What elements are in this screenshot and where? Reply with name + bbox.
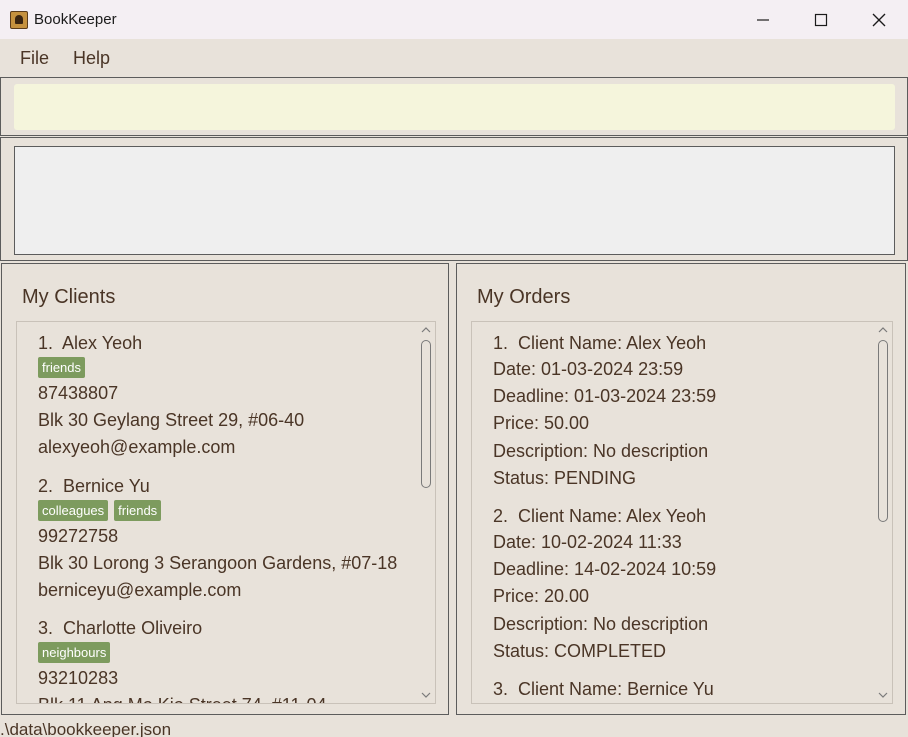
client-name: 1. Alex Yeoh: [38, 333, 143, 353]
client-card[interactable]: 1. Alex Yeoh friends 87438807 Blk 30 Gey…: [38, 331, 411, 462]
order-card[interactable]: 3. Client Name: Bernice Yu: [493, 677, 868, 702]
close-button[interactable]: [850, 0, 908, 39]
client-name: 2. Bernice Yu: [38, 475, 150, 496]
order-price: Price: 50.00: [493, 413, 590, 434]
orders-list[interactable]: 1. Client Name: Alex Yeoh Date: 01-03-20…: [471, 321, 893, 704]
scroll-thumb[interactable]: [878, 340, 888, 522]
result-panel: [0, 137, 908, 261]
status-bar: .\data\bookkeeper.json: [0, 716, 908, 737]
chevron-up-icon: [878, 327, 888, 333]
scroll-track[interactable]: [421, 338, 431, 687]
order-status: Status: COMPLETED: [493, 640, 667, 661]
client-phone: 93210283: [38, 668, 119, 689]
tag-badge: colleagues: [38, 499, 109, 521]
title-bar: BookKeeper: [0, 0, 908, 39]
order-deadline: Deadline: 01-03-2024 23:59: [493, 386, 717, 407]
scroll-track[interactable]: [878, 338, 888, 687]
client-card[interactable]: 3. Charlotte Oliveiro neighbours 9321028…: [38, 616, 411, 703]
scroll-thumb[interactable]: [421, 340, 431, 488]
scroll-down-button[interactable]: [417, 687, 435, 703]
status-file-path: .\data\bookkeeper.json: [0, 720, 172, 737]
order-card[interactable]: 1. Client Name: Alex Yeoh Date: 01-03-20…: [493, 331, 868, 492]
menu-help[interactable]: Help: [61, 48, 122, 69]
orders-scrollbar[interactable]: [874, 322, 892, 703]
tag-badge: neighbours: [38, 642, 111, 664]
chevron-up-icon: [421, 327, 431, 333]
client-tags: friends: [38, 357, 411, 378]
chevron-down-icon: [878, 692, 888, 698]
client-tags: neighbours: [38, 642, 411, 664]
client-address: Blk 30 Geylang Street 29, #06-40: [38, 410, 305, 431]
orders-panel: My Orders 1. Client Name: Alex Yeoh Date…: [456, 263, 906, 715]
client-phone: 99272758: [38, 525, 119, 546]
scroll-down-button[interactable]: [874, 687, 892, 703]
client-card[interactable]: 2. Bernice Yu colleagues friends 9927275…: [38, 474, 411, 605]
clients-title: My Clients: [22, 286, 116, 308]
order-description: Description: No description: [493, 440, 709, 461]
order-client: 1. Client Name: Alex Yeoh: [493, 333, 707, 353]
order-deadline: Deadline: 14-02-2024 10:59: [493, 559, 717, 580]
order-description: Description: No description: [493, 613, 709, 634]
clients-panel: My Clients 1. Alex Yeoh friends 87438807…: [1, 263, 449, 715]
order-status: Status: PENDING: [493, 467, 637, 488]
window-controls: [734, 0, 908, 39]
tag-badge: friends: [114, 499, 162, 521]
chevron-down-icon: [421, 692, 431, 698]
client-email: alexyeoh@example.com: [38, 437, 236, 458]
tag-badge: friends: [38, 357, 86, 378]
order-price: Price: 20.00: [493, 586, 590, 607]
command-panel: [0, 77, 908, 136]
order-date: Date: 01-03-2024 23:59: [493, 359, 684, 379]
maximize-button[interactable]: [792, 0, 850, 39]
menu-file[interactable]: File: [8, 48, 61, 69]
close-icon: [872, 13, 886, 26]
scroll-up-button[interactable]: [417, 322, 435, 338]
clients-list[interactable]: 1. Alex Yeoh friends 87438807 Blk 30 Gey…: [16, 321, 436, 704]
order-card[interactable]: 2. Client Name: Alex Yeoh Date: 10-02-20…: [493, 504, 868, 665]
clients-scrollbar[interactable]: [417, 322, 435, 703]
order-date: Date: 10-02-2024 11:33: [493, 532, 682, 553]
result-display: [14, 146, 895, 255]
maximize-icon: [814, 13, 828, 26]
order-client: 2. Client Name: Alex Yeoh: [493, 506, 707, 527]
order-client: 3. Client Name: Bernice Yu: [493, 679, 714, 700]
scroll-up-button[interactable]: [874, 322, 892, 338]
client-tags: colleagues friends: [38, 499, 411, 521]
app-icon: [10, 10, 28, 29]
client-name: 3. Charlotte Oliveiro: [38, 618, 203, 639]
client-email: berniceyu@example.com: [38, 580, 242, 601]
client-phone: 87438807: [38, 383, 119, 403]
client-address: Blk 30 Lorong 3 Serangoon Gardens, #07-1…: [38, 552, 398, 573]
minimize-icon: [757, 18, 769, 21]
orders-title: My Orders: [477, 286, 571, 308]
command-input[interactable]: [14, 84, 895, 130]
client-address: Blk 11 Ang Mo Kio Street 74, #11-04: [38, 692, 411, 703]
minimize-button[interactable]: [734, 0, 792, 39]
menu-bar: File Help: [0, 39, 908, 77]
window-title: BookKeeper: [34, 11, 117, 28]
